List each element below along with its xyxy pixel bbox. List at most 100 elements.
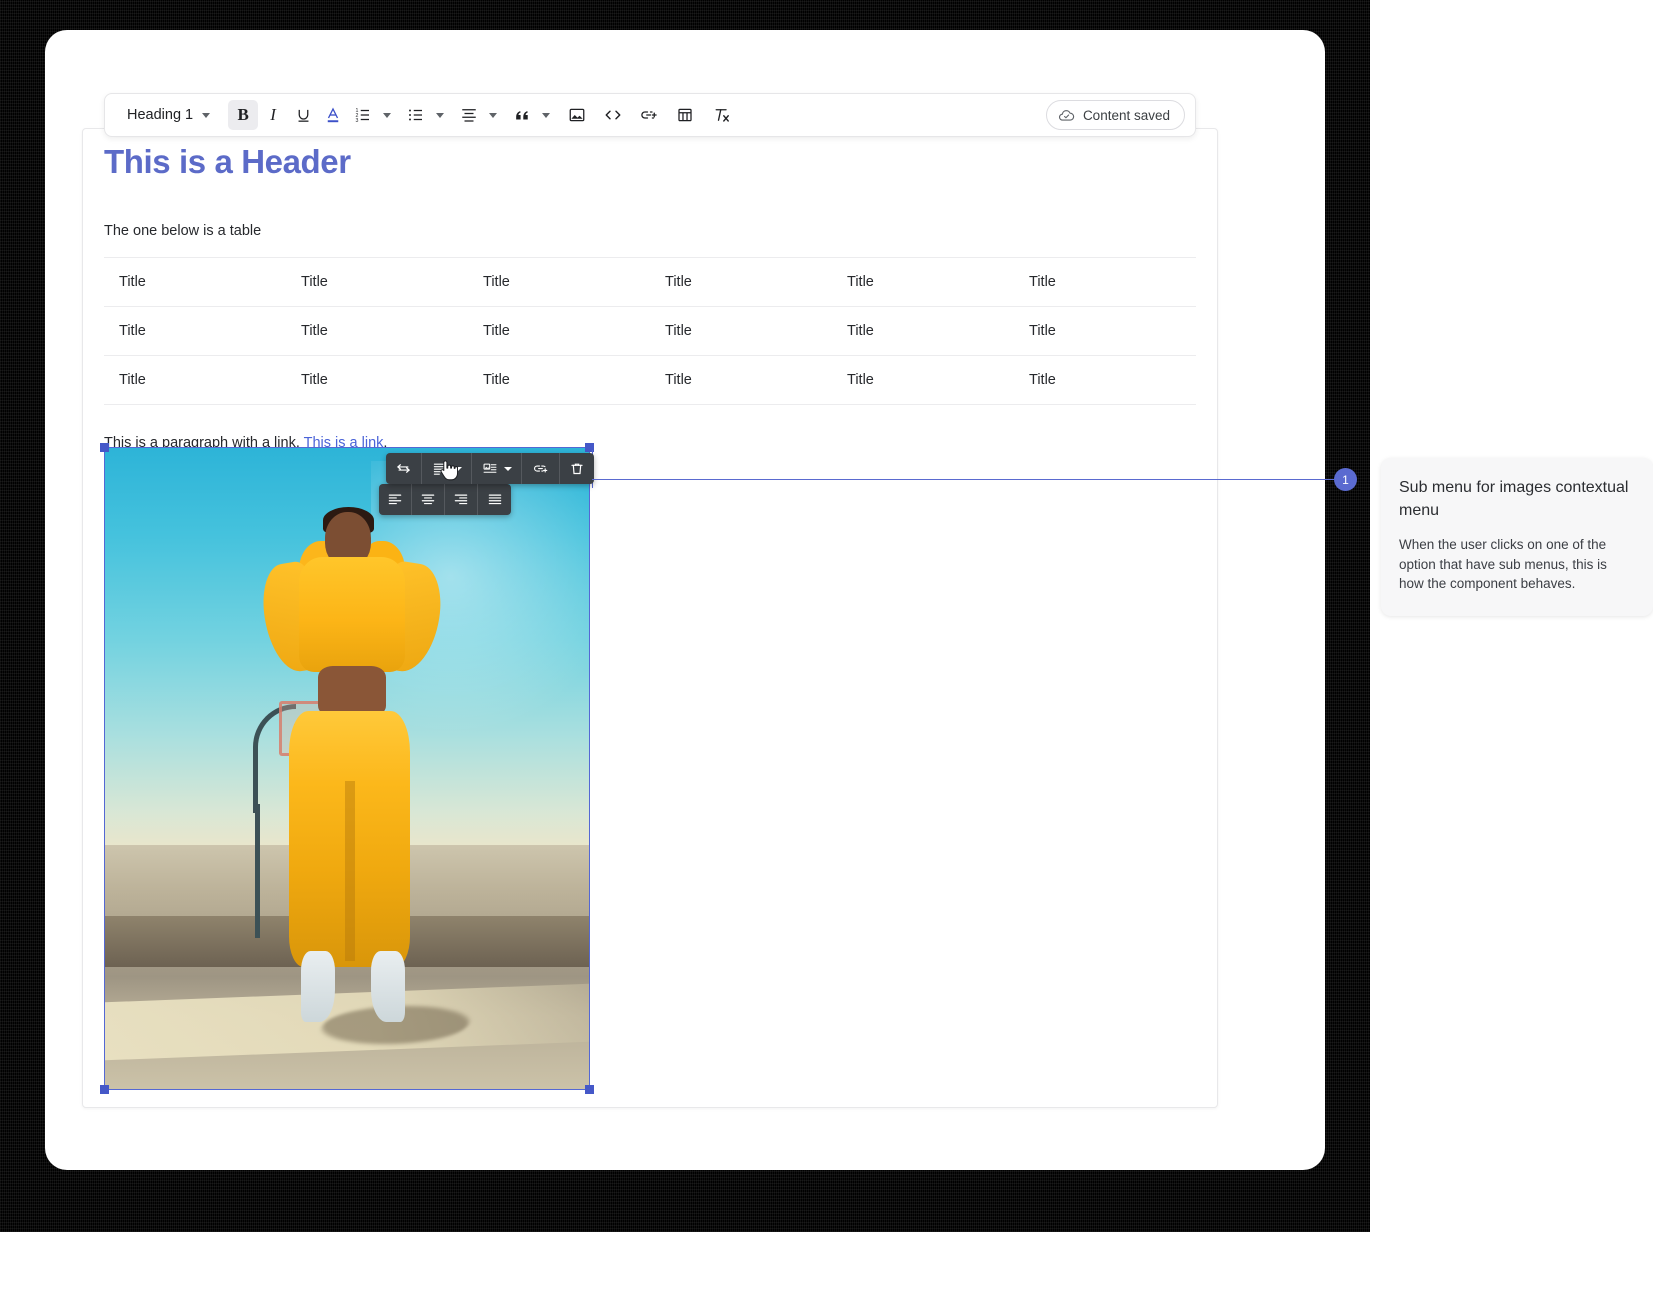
image-position-chevron-down-icon[interactable] [504,466,512,471]
image-contextual-submenu [379,484,511,515]
align-center-icon [421,494,435,505]
table-cell[interactable]: Title [286,257,468,307]
annotation-title: Sub menu for images contextual menu [1399,479,1629,519]
font-color-button[interactable] [318,100,348,130]
bold-button[interactable]: B [228,100,259,130]
table-cell[interactable]: Title [468,306,650,356]
editor-image[interactable] [105,448,589,1089]
ordered-list-chevron-down-icon[interactable] [383,112,392,118]
clear-formatting-button[interactable] [706,100,736,130]
underline-icon [298,109,309,122]
table-cell[interactable]: Title [832,355,1014,405]
align-center-icon [462,109,476,122]
table-body: Title Title Title Title Title Title Titl… [104,257,1196,405]
image-icon [569,108,585,122]
intro-paragraph: The one below is a table [104,223,262,239]
text-wrap-chevron-down-icon[interactable] [454,466,462,471]
table-cell[interactable]: Title [104,355,286,405]
italic-icon: I [270,105,276,124]
resize-horizontal-icon [397,464,410,473]
photo-hoop-pole [255,803,261,939]
bold-icon: B [237,105,249,124]
table-cell[interactable]: Title [832,257,1014,307]
photo-figure-boot-left [301,951,335,1022]
insert-link-button[interactable] [634,100,664,130]
font-color-icon [327,107,339,123]
image-link-button[interactable] [522,453,560,484]
table-row[interactable]: Title Title Title Title Title Title [104,257,1196,307]
bulleted-list-icon [409,109,423,121]
insert-image-button[interactable] [562,100,592,130]
trash-icon [571,463,583,474]
align-left-icon [388,494,402,505]
blockquote-chevron-down-icon[interactable] [542,112,551,118]
text-align-button[interactable] [454,100,484,130]
table-cell[interactable]: Title [650,257,832,307]
table-cell[interactable]: Title [1014,306,1196,356]
cloud-check-icon [1058,109,1075,121]
table-cell[interactable]: Title [468,355,650,405]
link-add-icon [641,111,657,119]
document-body: This is a Header The one below is a tabl… [104,140,1200,454]
delete-image-button[interactable] [560,453,594,484]
text-wrap-icon [433,463,447,475]
table-cell[interactable]: Title [286,355,468,405]
clear-formatting-icon [715,109,729,122]
align-justify-icon [488,494,501,505]
image-position-icon [483,463,497,473]
image-contextual-menu [386,453,594,484]
align-left-button[interactable] [379,484,412,515]
annotation-leader-line [592,479,1334,480]
photo-figure-hoodie [298,556,406,673]
content-saved-badge[interactable]: Content saved [1045,100,1185,130]
resize-handle-bottom-left[interactable] [100,1085,109,1094]
code-icon [605,110,621,120]
italic-button[interactable]: I [258,100,288,130]
annotation-card: Sub menu for images contextual menu When… [1381,458,1653,616]
content-saved-label: Content saved [1082,107,1170,123]
svg-text:3: 3 [356,118,359,124]
table-cell[interactable]: Title [650,355,832,405]
underline-button[interactable] [288,100,318,130]
bulleted-list-chevron-down-icon[interactable] [436,112,445,118]
chevron-down-icon [202,112,211,118]
align-right-button[interactable] [445,484,478,515]
table-row[interactable]: Title Title Title Title Title Title [104,306,1196,356]
code-block-button[interactable] [598,100,628,130]
page-title: This is a Header [104,143,351,180]
link-add-icon [534,465,548,473]
table-cell[interactable]: Title [468,257,650,307]
editor-toolbar: Heading 1 B I 1 2 3 Content saved [104,93,1196,137]
table-cell[interactable]: Title [104,257,286,307]
table-cell[interactable]: Title [1014,257,1196,307]
photo-figure-pants-seam [345,781,355,961]
bulleted-list-button[interactable] [401,100,431,130]
heading-style-select[interactable]: Heading 1 [115,100,220,130]
align-center-button[interactable] [412,484,445,515]
table-cell[interactable]: Title [832,306,1014,356]
resize-image-button[interactable] [386,453,422,484]
selected-image-block[interactable] [100,443,594,1094]
resize-handle-bottom-right[interactable] [585,1085,594,1094]
heading-style-label: Heading 1 [127,107,194,123]
table-cell[interactable]: Title [286,306,468,356]
table-row[interactable]: Title Title Title Title Title Title [104,355,1196,405]
align-justify-button[interactable] [478,484,511,515]
text-wrap-button[interactable] [422,453,472,484]
table-icon [678,108,692,122]
ordered-list-icon: 1 2 3 [356,108,370,124]
insert-table-button[interactable] [670,100,700,130]
ordered-list-button[interactable]: 1 2 3 [348,100,378,130]
text-align-chevron-down-icon[interactable] [489,112,498,118]
resize-handle-top-left[interactable] [100,443,109,452]
image-selection-frame [104,447,590,1090]
align-right-icon [454,494,468,505]
blockquote-icon [515,110,528,119]
annotation-badge[interactable]: 1 [1334,468,1357,491]
image-position-button[interactable] [472,453,522,484]
blockquote-button[interactable] [507,100,537,130]
table-cell[interactable]: Title [104,306,286,356]
table-cell[interactable]: Title [1014,355,1196,405]
photo-figure-boot-right [371,951,406,1022]
table-cell[interactable]: Title [650,306,832,356]
